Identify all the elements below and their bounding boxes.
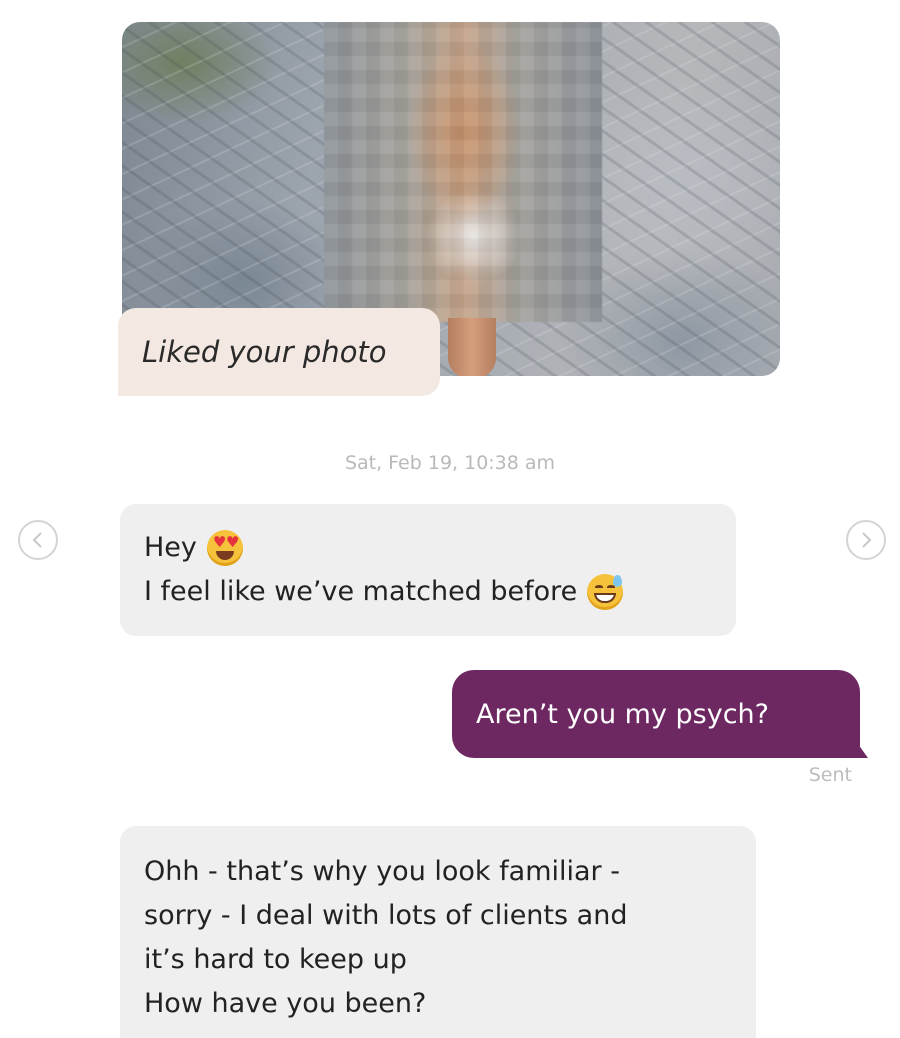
message-line: Hey [144, 526, 712, 570]
message-line: it’s hard to keep up [144, 944, 407, 975]
message-line: I feel like we’ve matched before [144, 570, 712, 614]
heart-eyes-emoji-icon [206, 530, 243, 566]
chat-screen: Liked your photo Sat, Feb 19, 10:38 am H… [0, 0, 900, 1038]
chevron-right-icon[interactable] [846, 520, 886, 560]
message-text: Hey [144, 532, 197, 563]
message-line: sorry - I deal with lots of clients and [144, 900, 628, 931]
message-status: Sent [808, 764, 852, 786]
message-text: Aren’t you my psych? [476, 698, 769, 730]
incoming-message-bubble[interactable]: Ohh - that’s why you look familiar - sor… [120, 826, 756, 1038]
liked-photo-label: Liked your photo [118, 308, 440, 396]
outgoing-message-bubble[interactable]: Aren’t you my psych? [452, 670, 868, 758]
incoming-message-bubble[interactable]: Hey I feel like we’ve matched before [120, 504, 736, 636]
message-text: I feel like we’ve matched before [144, 576, 578, 607]
message-line: How have you been? [144, 988, 427, 1019]
photo-blurred-detail [448, 318, 496, 376]
chevron-left-icon[interactable] [18, 520, 58, 560]
message-timestamp: Sat, Feb 19, 10:38 am [344, 452, 556, 474]
photo-blurred-person [324, 22, 602, 322]
message-line: Ohh - that’s why you look familiar - [144, 856, 620, 887]
grinning-sweat-emoji-icon [587, 574, 624, 610]
